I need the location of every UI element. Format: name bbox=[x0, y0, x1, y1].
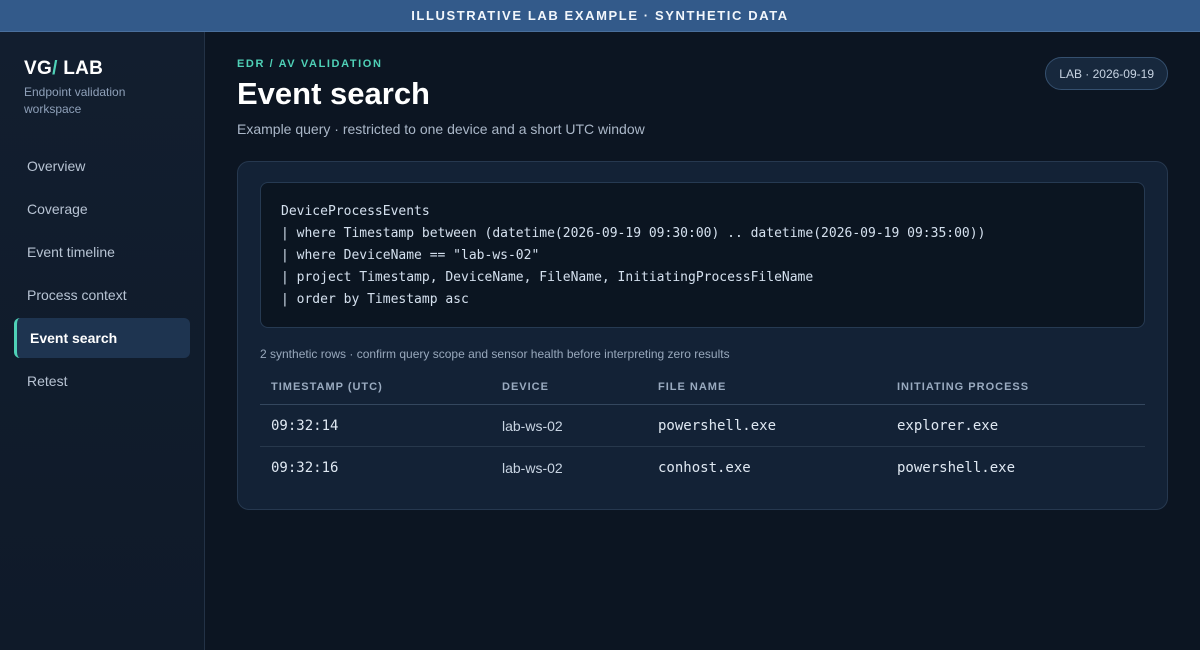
synthetic-data-banner: ILLUSTRATIVE LAB EXAMPLE · SYNTHETIC DAT… bbox=[0, 0, 1200, 32]
event-search-card: DeviceProcessEvents | where Timestamp be… bbox=[237, 161, 1168, 510]
cell-file-name: conhost.exe bbox=[658, 460, 751, 476]
section-eyebrow: EDR / AV VALIDATION bbox=[237, 58, 383, 70]
column-header-initiating-process: INITIATING PROCESS bbox=[897, 381, 1030, 393]
column-header-device: DEVICE bbox=[502, 381, 549, 393]
sidebar-item-overview[interactable]: Overview bbox=[14, 146, 190, 186]
brand-subtitle: Endpoint validation workspace bbox=[24, 85, 126, 116]
sidebar-item-label: Event timeline bbox=[27, 244, 115, 260]
sidebar-item-event-search[interactable]: Event search bbox=[14, 318, 190, 358]
query-line: | where DeviceName == "lab-ws-02" bbox=[281, 248, 540, 263]
query-line: | project Timestamp, DeviceName, FileNam… bbox=[281, 270, 814, 285]
cell-timestamp: 09:32:14 bbox=[271, 417, 339, 434]
results-table: TIMESTAMP (UTC) DEVICE FILE NAME INITIAT… bbox=[260, 370, 1145, 489]
sidebar-item-process-context[interactable]: Process context bbox=[14, 275, 190, 315]
page-title: Event search bbox=[237, 76, 430, 111]
sidebar-item-coverage[interactable]: Coverage bbox=[14, 189, 190, 229]
cell-initiating-process: powershell.exe bbox=[897, 460, 1016, 476]
table-row[interactable]: 09:32:16 lab-ws-02 conhost.exe powershel… bbox=[260, 447, 1145, 489]
query-line: DeviceProcessEvents bbox=[281, 204, 430, 219]
sidebar-item-event-timeline[interactable]: Event timeline bbox=[14, 232, 190, 272]
brand-logo: VG/ LAB bbox=[24, 58, 103, 80]
brand-suffix: LAB bbox=[57, 58, 104, 79]
sidebar-item-label: Process context bbox=[27, 287, 127, 303]
results-note: 2 synthetic rows · confirm query scope a… bbox=[260, 347, 730, 361]
main-content: EDR / AV VALIDATION Event search Example… bbox=[205, 32, 1200, 650]
query-line: | order by Timestamp asc bbox=[281, 292, 469, 307]
lab-date-badge: LAB · 2026-09-19 bbox=[1045, 57, 1168, 90]
sidebar: VG/ LAB Endpoint validation workspace Ov… bbox=[0, 32, 205, 650]
banner-text: ILLUSTRATIVE LAB EXAMPLE · SYNTHETIC DAT… bbox=[411, 8, 789, 23]
table-header: TIMESTAMP (UTC) DEVICE FILE NAME INITIAT… bbox=[260, 370, 1145, 405]
cell-file-name: powershell.exe bbox=[658, 417, 777, 434]
sidebar-item-label: Coverage bbox=[27, 201, 88, 217]
cell-device: lab-ws-02 bbox=[502, 417, 563, 434]
sidebar-item-label: Event search bbox=[30, 330, 118, 346]
badge-label: LAB · 2026-09-19 bbox=[1059, 66, 1154, 81]
cell-initiating-process: explorer.exe bbox=[897, 417, 999, 434]
cell-device: lab-ws-02 bbox=[502, 460, 563, 476]
column-header-file-name: FILE NAME bbox=[658, 381, 727, 393]
column-header-timestamp: TIMESTAMP (UTC) bbox=[271, 381, 383, 393]
sidebar-item-label: Retest bbox=[27, 373, 68, 389]
page-subtitle: Example query · restricted to one device… bbox=[237, 121, 645, 137]
query-code-block[interactable]: DeviceProcessEvents | where Timestamp be… bbox=[260, 182, 1145, 328]
sidebar-item-label: Overview bbox=[27, 158, 86, 174]
table-row[interactable]: 09:32:14 lab-ws-02 powershell.exe explor… bbox=[260, 405, 1145, 447]
query-line: | where Timestamp between (datetime(2026… bbox=[281, 226, 986, 241]
cell-timestamp: 09:32:16 bbox=[271, 460, 339, 476]
sidebar-nav: Overview Coverage Event timeline Process… bbox=[14, 146, 190, 404]
brand-prefix: VG bbox=[24, 58, 53, 79]
sidebar-item-retest[interactable]: Retest bbox=[14, 361, 190, 401]
